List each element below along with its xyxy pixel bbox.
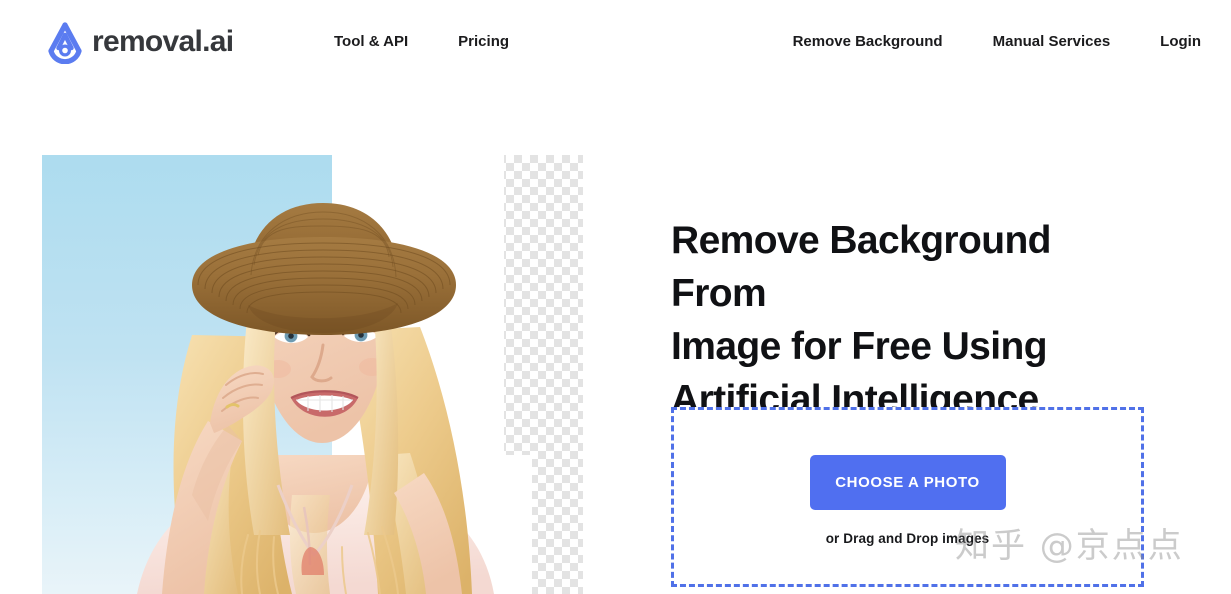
nav-item-tool-api[interactable]: Tool & API [334,32,408,52]
hero-sample-image [42,155,583,594]
upload-dropzone[interactable]: CHOOSE A PHOTO or Drag and Drop images [671,407,1144,587]
nav-item-manual-services[interactable]: Manual Services [993,32,1111,52]
removal-ai-logo-icon [42,18,88,65]
hero-copy: Remove Background From Image for Free Us… [671,214,1151,426]
brand-logo-link[interactable]: removal.ai [42,18,234,65]
page-title-line-1: Remove Background From [671,219,1052,315]
nav-item-remove-background[interactable]: Remove Background [793,32,943,52]
page-title-line-2: Image for Free Using [671,325,1048,368]
site-header: removal.ai Tool & API Pricing Remove Bac… [0,0,1231,84]
nav-item-pricing[interactable]: Pricing [458,32,509,52]
nav-item-login[interactable]: Login [1160,32,1201,52]
brand-wordmark: removal.ai [92,25,234,58]
choose-a-photo-button[interactable]: CHOOSE A PHOTO [809,454,1006,510]
page-title: Remove Background From Image for Free Us… [671,214,1151,426]
drag-and-drop-hint: or Drag and Drop images [825,530,990,546]
woman-with-hat-illustration [137,203,494,594]
primary-nav-right: Remove Background Manual Services Login [793,32,1201,52]
primary-nav-left: Tool & API Pricing [334,32,509,52]
